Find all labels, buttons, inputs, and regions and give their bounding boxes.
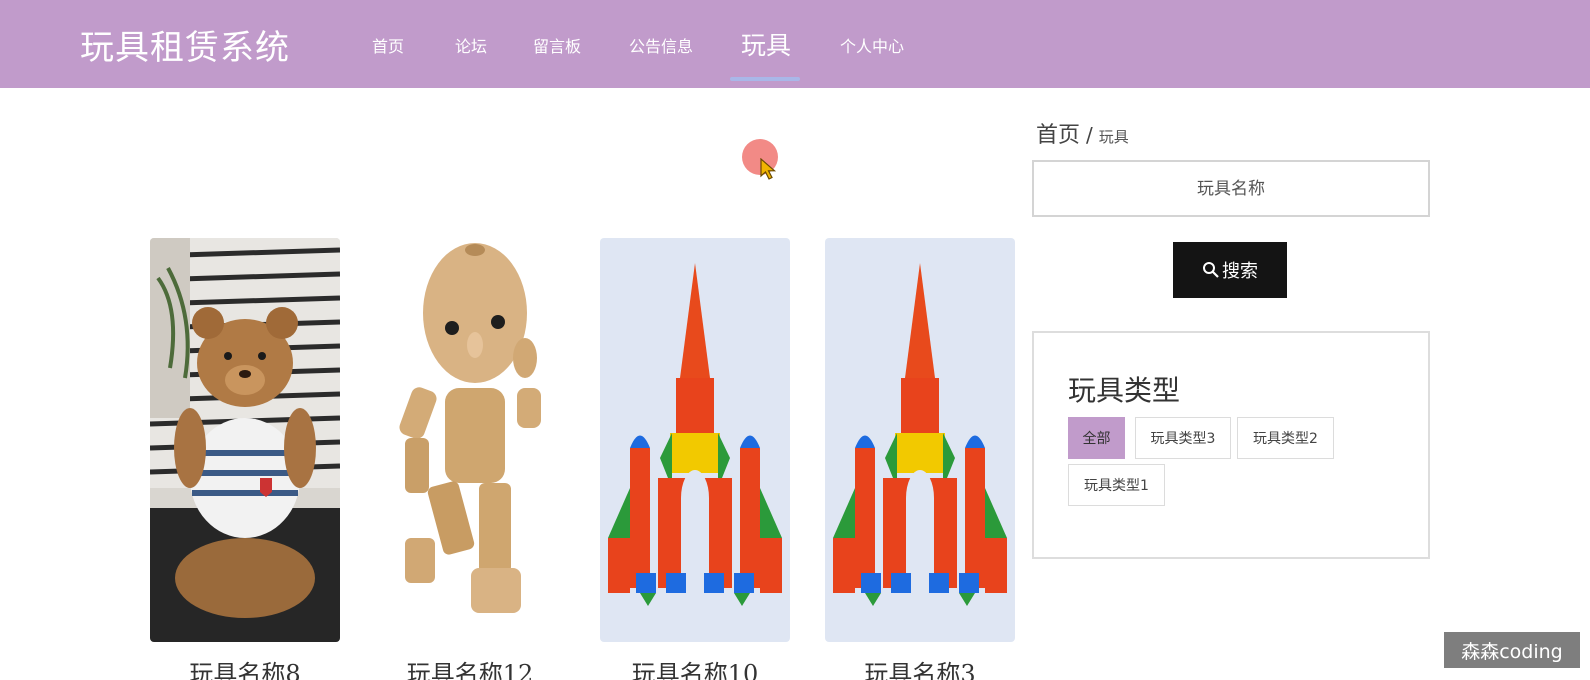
product-card[interactable]: 玩具名称12 [375, 238, 565, 680]
nav-forum[interactable]: 论坛 [455, 33, 487, 57]
category-tag-type2[interactable]: 玩具类型2 [1237, 417, 1334, 459]
search-button-label: 搜索 [1222, 261, 1258, 282]
mouse-pointer-icon [760, 158, 777, 180]
nav-announcements[interactable]: 公告信息 [629, 33, 693, 57]
search-button[interactable]: 搜索 [1173, 242, 1287, 298]
nav-home[interactable]: 首页 [372, 33, 404, 57]
top-navbar: 玩具租赁系统 首页 论坛 留言板 公告信息 玩具 个人中心 [0, 0, 1590, 88]
product-name[interactable]: 玩具名称3 [825, 654, 1015, 680]
category-filter-panel: 玩具类型 全部 玩具类型3 玩具类型2 玩具类型1 [1032, 331, 1430, 559]
toy-name-search-input[interactable] [1032, 160, 1430, 217]
breadcrumb-separator: / [1086, 123, 1093, 147]
product-name[interactable]: 玩具名称10 [600, 654, 790, 680]
breadcrumb-home[interactable]: 首页 [1036, 123, 1080, 148]
product-name[interactable]: 玩具名称8 [150, 654, 340, 680]
product-image-teddy-bear[interactable] [150, 238, 340, 642]
nav-toys[interactable]: 玩具 [741, 26, 791, 62]
category-title: 玩具类型 [1068, 374, 1181, 407]
breadcrumb-current: 玩具 [1098, 128, 1129, 146]
product-card[interactable]: 玩具名称8 [150, 238, 340, 680]
product-image-block-castle[interactable] [825, 238, 1015, 642]
site-logo[interactable]: 玩具租赁系统 [80, 20, 290, 69]
product-name[interactable]: 玩具名称12 [375, 654, 565, 680]
product-image-wooden-robot[interactable] [375, 238, 565, 642]
search-icon [1203, 262, 1219, 278]
nav-message-board[interactable]: 留言板 [533, 33, 581, 57]
category-tag-type1[interactable]: 玩具类型1 [1068, 464, 1165, 506]
category-tag-all[interactable]: 全部 [1068, 417, 1125, 459]
product-image-block-castle[interactable] [600, 238, 790, 642]
active-nav-indicator [730, 77, 800, 81]
category-tag-type3[interactable]: 玩具类型3 [1135, 417, 1231, 459]
nav-personal-center[interactable]: 个人中心 [840, 33, 904, 57]
product-card[interactable]: 玩具名称3 [825, 238, 1015, 680]
product-card[interactable]: 玩具名称10 [600, 238, 790, 680]
video-watermark: 森森coding [1444, 632, 1580, 668]
breadcrumb: 首页 / 玩具 [1036, 117, 1129, 149]
